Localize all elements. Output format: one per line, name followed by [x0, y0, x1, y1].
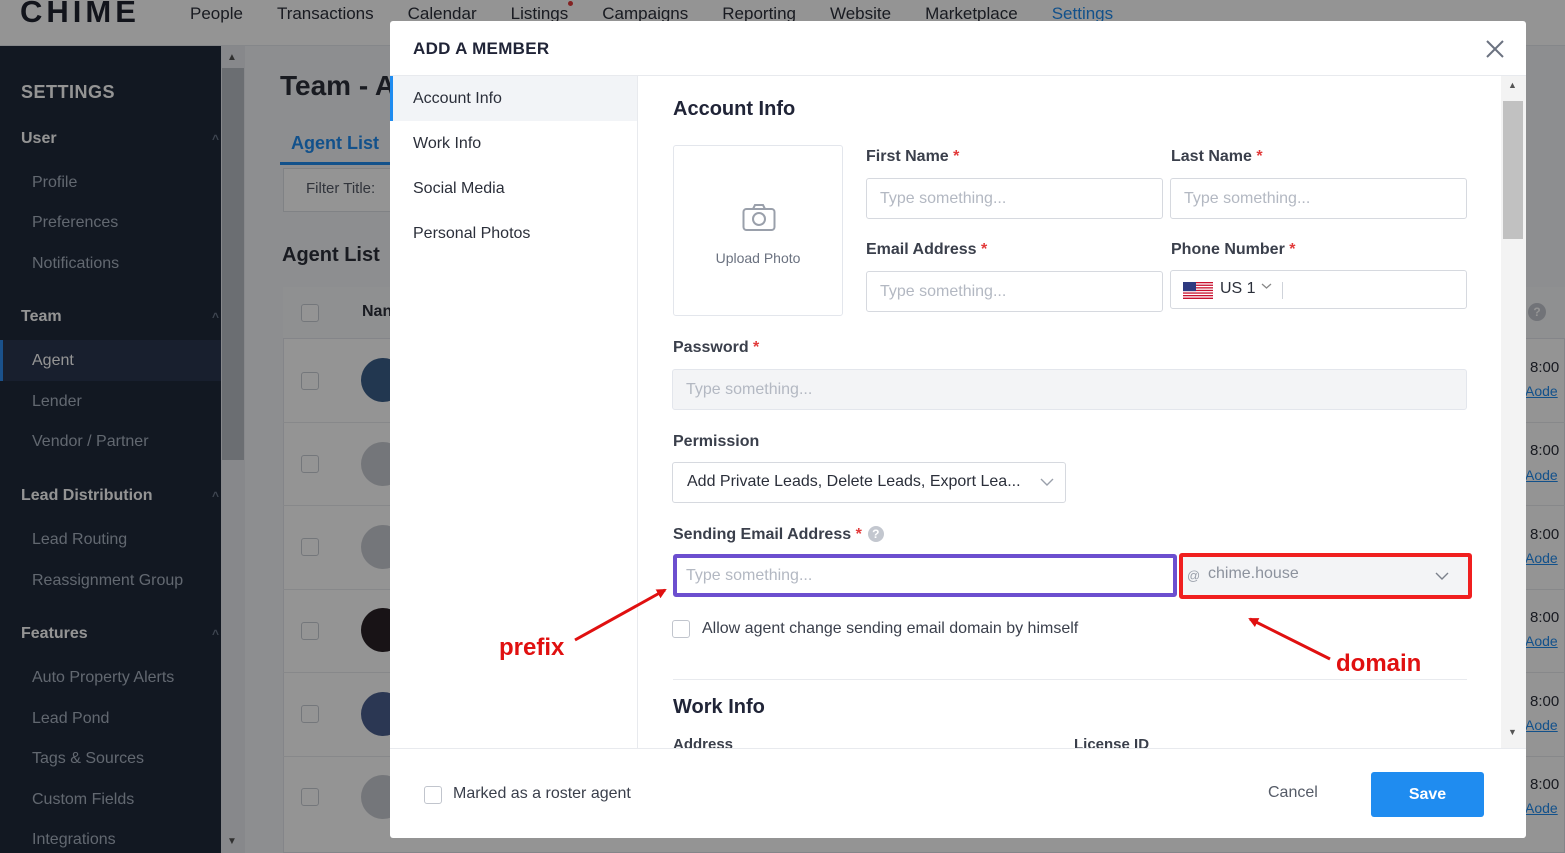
modal-footer: Marked as a roster agent Cancel Save	[390, 748, 1526, 838]
sending-email-prefix-input[interactable]: Type something...	[673, 554, 1177, 597]
first-name-input[interactable]: Type something...	[866, 178, 1163, 219]
required-mark: *	[1289, 241, 1296, 258]
chevron-down-icon[interactable]	[1261, 280, 1272, 291]
required-mark: *	[981, 241, 988, 258]
at-sign: @	[1187, 568, 1201, 583]
prefix-annotation: prefix	[499, 634, 565, 661]
content-scroll-thumb[interactable]	[1503, 101, 1523, 239]
left-nav-account-info[interactable]: Account Info	[390, 76, 637, 121]
phone-country-code[interactable]: US 1	[1220, 280, 1256, 298]
label-text: Email Address	[866, 241, 977, 258]
us-flag-icon	[1183, 282, 1213, 299]
chevron-down-icon	[1435, 572, 1449, 580]
domain-annotation: domain	[1336, 650, 1422, 677]
permission-value: Add Private Leads, Delete Leads, Export …	[687, 473, 1021, 490]
cancel-button[interactable]: Cancel	[1268, 784, 1318, 802]
label-text: First Name	[866, 148, 949, 165]
content-scrollbar[interactable]: ▲ ▼	[1501, 76, 1526, 748]
first-name-label: First Name *	[866, 148, 959, 166]
sending-email-label: Sending Email Address *?	[673, 526, 884, 544]
password-label: Password *	[673, 339, 759, 357]
section-title-account-info: Account Info	[673, 98, 796, 120]
modal-title: ADD A MEMBER	[413, 39, 550, 58]
upload-photo-box[interactable]: Upload Photo	[673, 145, 843, 316]
phone-number-field[interactable]: US 1	[1170, 270, 1467, 309]
add-member-modal: ADD A MEMBER Account Info Work Info Soci…	[390, 21, 1526, 838]
last-name-input[interactable]: Type something...	[1170, 178, 1467, 219]
label-text: Last Name	[1171, 148, 1252, 165]
camera-icon	[742, 204, 776, 231]
scroll-down-icon[interactable]: ▼	[1508, 727, 1517, 737]
required-mark: *	[855, 526, 862, 543]
section-title-work-info: Work Info	[673, 696, 765, 718]
allow-domain-change-label[interactable]: Allow agent change sending email domain …	[702, 620, 1078, 638]
required-mark: *	[953, 148, 960, 165]
roster-agent-checkbox[interactable]	[424, 786, 442, 804]
section-divider	[673, 679, 1467, 680]
label-text: Password	[673, 339, 749, 356]
label-text: Phone Number	[1171, 241, 1285, 258]
save-button[interactable]: Save	[1371, 772, 1484, 817]
required-mark: *	[1256, 148, 1263, 165]
scroll-up-icon[interactable]: ▲	[1508, 80, 1517, 90]
license-id-label: License ID	[1074, 736, 1150, 748]
allow-domain-change-checkbox[interactable]	[672, 620, 690, 638]
permission-label: Permission	[673, 433, 760, 450]
email-address-label: Email Address *	[866, 241, 987, 259]
last-name-label: Last Name *	[1171, 148, 1263, 166]
password-input[interactable]: Type something...	[672, 369, 1467, 410]
required-mark: *	[753, 339, 760, 356]
chevron-down-icon	[1040, 478, 1054, 486]
left-nav-personal-photos[interactable]: Personal Photos	[390, 211, 637, 256]
close-icon	[1486, 40, 1504, 58]
roster-agent-label[interactable]: Marked as a roster agent	[453, 785, 631, 803]
upload-photo-label: Upload Photo	[715, 250, 801, 266]
email-address-input[interactable]: Type something...	[866, 271, 1163, 312]
close-button[interactable]	[1480, 34, 1510, 64]
label-text: Sending Email Address	[673, 526, 852, 543]
sending-email-domain-select[interactable]: @ chime.house	[1179, 553, 1472, 599]
phone-separator	[1282, 282, 1283, 299]
domain-value: chime.house	[1208, 565, 1299, 582]
left-nav-social-media[interactable]: Social Media	[390, 166, 637, 211]
help-icon[interactable]: ?	[867, 526, 884, 542]
modal-content: Account Info Upload Photo First Name * T…	[638, 76, 1526, 748]
address-label: Address	[673, 736, 734, 748]
left-nav-work-info[interactable]: Work Info	[390, 121, 637, 166]
modal-header: ADD A MEMBER	[390, 21, 1526, 76]
phone-number-label: Phone Number *	[1171, 241, 1295, 259]
permission-select[interactable]: Add Private Leads, Delete Leads, Export …	[672, 462, 1066, 503]
